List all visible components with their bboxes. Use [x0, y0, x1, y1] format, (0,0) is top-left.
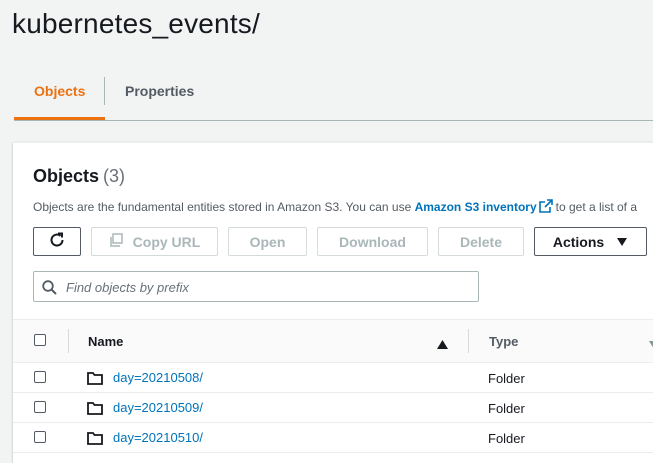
table-header: Name Type — [13, 319, 653, 363]
column-divider — [68, 329, 69, 353]
tab-bar: Objects Properties — [14, 70, 653, 121]
object-name-link[interactable]: day=20210510/ — [113, 430, 203, 445]
folder-icon — [87, 371, 103, 390]
description-prefix: Objects are the fundamental entities sto… — [33, 200, 412, 214]
object-type: Folder — [488, 371, 525, 386]
refresh-button[interactable] — [33, 227, 81, 256]
objects-panel: Objects (3) Objects are the fundamental e… — [13, 142, 653, 463]
sort-ascending-icon[interactable] — [437, 336, 448, 354]
object-name-link[interactable]: day=20210509/ — [113, 400, 203, 415]
row-checkbox[interactable] — [34, 431, 46, 443]
open-button[interactable]: Open — [228, 227, 307, 256]
object-type: Folder — [488, 401, 525, 416]
column-divider[interactable] — [468, 329, 469, 353]
tab-properties[interactable]: Properties — [105, 70, 214, 119]
column-header-type[interactable]: Type — [489, 334, 518, 349]
table-row: day=20210509/ Folder — [13, 393, 653, 423]
panel-heading-title: Objects — [33, 166, 100, 186]
refresh-icon — [48, 231, 66, 252]
objects-table: Name Type day=20210508/ Folder day=20210… — [13, 319, 653, 453]
external-link-icon[interactable] — [538, 199, 553, 216]
page-title: kubernetes_events/ — [12, 8, 260, 39]
folder-icon — [87, 431, 103, 450]
select-all-checkbox[interactable] — [34, 334, 46, 346]
sort-icon[interactable] — [649, 336, 653, 354]
search-box — [33, 271, 479, 302]
search-icon — [42, 280, 57, 300]
panel-description: Objects are the fundamental entities sto… — [33, 199, 637, 216]
actions-button[interactable]: Actions — [534, 227, 647, 256]
copy-url-button[interactable]: Copy URL — [91, 227, 218, 256]
table-row: day=20210510/ Folder — [13, 423, 653, 453]
object-name-link[interactable]: day=20210508/ — [113, 370, 203, 385]
caret-down-icon — [616, 234, 628, 250]
column-header-name[interactable]: Name — [88, 334, 123, 349]
row-checkbox[interactable] — [34, 371, 46, 383]
tab-objects[interactable]: Objects — [14, 70, 106, 120]
s3-inventory-link[interactable]: Amazon S3 inventory — [415, 200, 537, 214]
object-count: (3) — [103, 166, 126, 186]
search-input[interactable] — [64, 276, 468, 299]
row-checkbox[interactable] — [34, 401, 46, 413]
copy-icon — [109, 233, 123, 250]
download-button[interactable]: Download — [317, 227, 428, 256]
folder-icon — [87, 401, 103, 420]
delete-button[interactable]: Delete — [438, 227, 524, 256]
table-row: day=20210508/ Folder — [13, 363, 653, 393]
copy-url-label: Copy URL — [132, 233, 201, 250]
panel-heading: Objects (3) — [33, 166, 125, 187]
actions-label: Actions — [552, 233, 605, 250]
description-suffix: to get a list of a — [555, 200, 638, 214]
object-type: Folder — [488, 431, 525, 446]
